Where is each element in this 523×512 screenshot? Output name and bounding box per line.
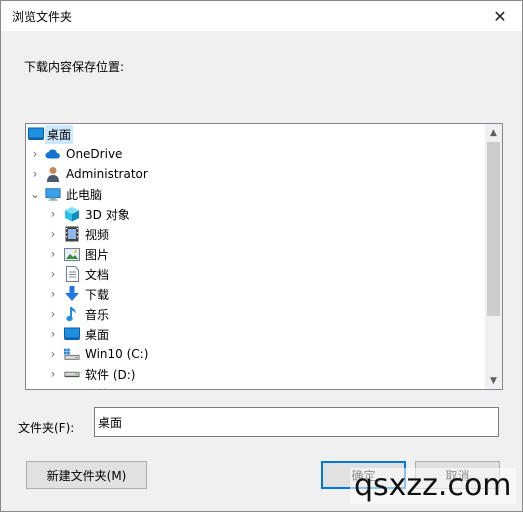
cloud-icon [45,146,61,162]
pictures-icon [64,246,80,262]
tree-item-label: 此电脑 [66,187,103,202]
desktop-icon [28,126,44,142]
tree-item-label: Win10 (C:) [85,347,149,361]
folder-input[interactable] [94,407,499,437]
prompt-text: 下载内容保存位置: [24,60,125,74]
download-icon [64,286,80,302]
tree-item-label: 软件 (D:) [85,367,136,382]
tree-item[interactable]: ⌄ 此电脑 [26,184,485,204]
tree-item-label: 桌面 [85,327,110,342]
tree-item[interactable]: 桌面 [26,124,485,144]
expand-chevron-icon[interactable]: › [48,284,58,304]
scroll-down-arrow-icon[interactable]: ▼ [485,372,502,389]
watermark-logo: qsxzz.com [350,468,516,504]
tree-item-label: 音乐 [85,307,110,322]
tree-item[interactable]: › 音乐 [26,304,485,324]
drive-icon [64,366,80,382]
vertical-scrollbar[interactable]: ▲ ▼ [485,124,502,389]
tree-item[interactable]: › 下载 [26,284,485,304]
expand-chevron-icon[interactable]: › [48,384,58,389]
tree-item[interactable]: › 文档 [26,264,485,284]
expand-chevron-icon[interactable]: › [48,364,58,384]
folder-tree[interactable]: 桌面 › OneDrive › Administrator ⌄ 此电脑 › 3D 对象 › 视频 › 图… [25,123,503,390]
tree-item[interactable]: › 文档 (E:) [26,384,485,390]
scroll-up-arrow-icon[interactable]: ▲ [485,124,502,141]
tree-item[interactable]: › Administrator [26,164,485,184]
expand-chevron-icon[interactable]: › [48,224,58,244]
tree-item[interactable]: › 视频 [26,224,485,244]
close-button[interactable]: ✕ [478,1,522,31]
3d-objects-icon [64,206,80,222]
close-icon: ✕ [493,6,507,26]
expand-chevron-icon[interactable]: › [48,264,58,284]
tree-item[interactable]: › 3D 对象 [26,204,485,224]
user-icon [45,166,61,182]
collapse-chevron-icon[interactable]: ⌄ [30,184,40,204]
computer-icon [45,186,61,202]
tree-item-label: 图片 [85,247,110,262]
drive-icon [64,386,80,389]
window-title: 浏览文件夹 [12,10,73,24]
tree-item[interactable]: › 软件 (D:) [26,364,485,384]
expand-chevron-icon[interactable]: › [48,204,58,224]
folder-label: 文件夹(F): [18,421,75,435]
browse-folder-dialog: 浏览文件夹 ✕ 下载内容保存位置: 桌面 › OneDrive › Administra… [0,0,523,512]
title-bar: 浏览文件夹 ✕ [1,1,522,31]
tree-item-label: 文档 (E:) [83,385,136,390]
expand-chevron-icon[interactable]: › [30,164,40,184]
expand-chevron-icon[interactable]: › [48,304,58,324]
tree-item[interactable]: › 桌面 [26,324,485,344]
tree-item-label: 桌面 [45,124,74,144]
desktop-icon [64,326,80,342]
expand-chevron-icon[interactable]: › [30,144,40,164]
tree-item-label: OneDrive [66,147,123,161]
new-folder-button[interactable]: 新建文件夹(M) [26,461,147,489]
expand-chevron-icon[interactable]: › [48,244,58,264]
tree-item-label: 文档 [85,267,110,282]
tree-item[interactable]: › Win10 (C:) [26,344,485,364]
scroll-thumb[interactable] [487,142,500,316]
tree-item[interactable]: › 图片 [26,244,485,264]
documents-icon [64,266,80,282]
tree-item[interactable]: › OneDrive [26,144,485,164]
tree-item-label: 视频 [85,227,110,242]
tree-item-label: 3D 对象 [85,207,130,222]
tree-item-label: 下载 [85,287,110,302]
expand-chevron-icon[interactable]: › [48,344,58,364]
drive-windows-icon [64,346,80,362]
video-icon [64,226,80,242]
music-icon [64,306,80,322]
expand-chevron-icon[interactable]: › [48,324,58,344]
tree-item-label: Administrator [66,167,148,181]
